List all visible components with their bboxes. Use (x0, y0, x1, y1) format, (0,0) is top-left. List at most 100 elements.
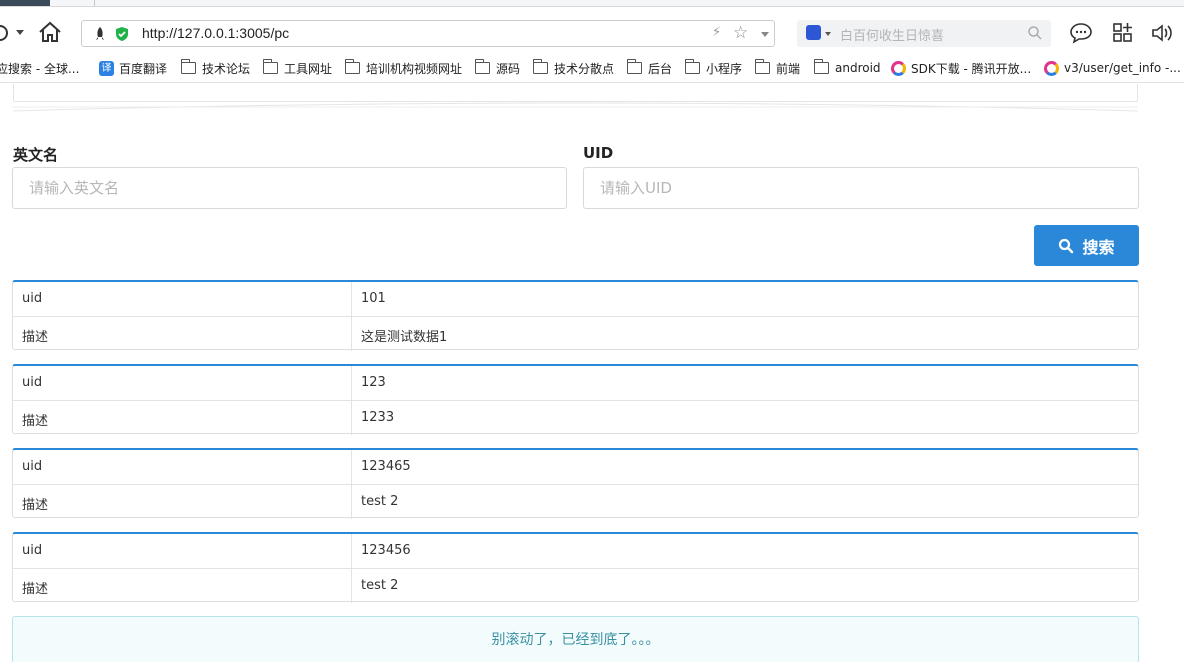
uid-value: 123465 (361, 459, 411, 474)
bookmark-folder[interactable]: 小程序 (684, 59, 743, 77)
result-row-uid: uid 101 (13, 282, 1138, 316)
search-engine-icon[interactable] (806, 25, 821, 40)
search-button[interactable]: 搜索 (1034, 225, 1139, 266)
chevron-down-icon[interactable] (825, 32, 831, 36)
uid-value: 123 (361, 375, 386, 390)
desc-value: 1233 (361, 410, 395, 425)
search-placeholder: 白百何收生日惊喜 (840, 29, 945, 44)
search-icon[interactable] (1027, 25, 1043, 41)
bookmark-label: android (835, 61, 881, 75)
result-card: uid 123456 描述 test 2 (12, 532, 1139, 603)
translate-icon: 译 (99, 60, 114, 76)
cell-divider (351, 485, 352, 519)
chevron-down-icon (16, 30, 24, 35)
cell-divider (351, 401, 352, 435)
bookmark-label: 前端 (776, 61, 801, 76)
browser-search-box[interactable]: 白百何收生日惊喜 (797, 20, 1051, 47)
bookmark-label: 小程序 (706, 61, 743, 76)
bookmark-label: 应搜索 - 全球... (0, 61, 80, 76)
bookmark-label: 技术论坛 (202, 61, 251, 76)
english-name-input[interactable] (12, 167, 567, 209)
folder-icon (180, 59, 196, 74)
cell-divider (351, 534, 352, 568)
address-bar[interactable]: http://127.0.0.1:3005/pc ⚡ ☆ (81, 20, 775, 47)
home-button[interactable] (37, 20, 63, 44)
result-row-uid: uid 123465 (13, 450, 1138, 484)
bookmark-item[interactable]: SDK下载 - 腾讯开放... (891, 59, 1031, 77)
cell-divider (351, 569, 352, 603)
folder-icon (684, 59, 700, 74)
desc-key: 描述 (22, 582, 49, 597)
back-icon (0, 25, 8, 41)
page-content: 英文名 UID 搜索 uid 101 描述 这是测试数据1 uid 123 描述 (0, 84, 1184, 662)
bookmark-label: v3/user/get_info -... (1064, 61, 1181, 75)
result-row-desc: 描述 这是测试数据1 (13, 316, 1138, 351)
bookmark-label: SDK下载 - 腾讯开放... (911, 61, 1032, 76)
bookmark-item[interactable]: 应搜索 - 全球... (0, 59, 79, 77)
result-row-desc: 描述 test 2 (13, 484, 1138, 519)
bookmark-folder[interactable]: 技术分散点 (532, 59, 615, 77)
bookmark-folder[interactable]: 源码 (474, 59, 521, 77)
bookmark-folder[interactable]: 技术论坛 (180, 59, 251, 77)
cell-divider (351, 282, 352, 316)
uid-key: uid (22, 459, 43, 474)
lightning-icon[interactable]: ⚡ (712, 25, 721, 40)
shield-icon[interactable] (114, 26, 130, 42)
chat-icon (1070, 23, 1092, 44)
bookmark-folder[interactable]: 工具网址 (262, 59, 333, 77)
uid-key: uid (22, 543, 43, 558)
result-row-desc: 描述 1233 (13, 400, 1138, 435)
search-icon (1059, 238, 1074, 253)
top-card (13, 84, 1138, 102)
desc-key: 描述 (22, 330, 49, 345)
search-button-label: 搜索 (1082, 237, 1115, 257)
bookmark-label: 百度翻译 (119, 61, 168, 76)
folder-icon (344, 59, 360, 74)
cell-divider (351, 317, 352, 351)
bookmark-label: 技术分散点 (554, 61, 615, 76)
bookmark-folder[interactable]: 后台 (626, 59, 672, 77)
home-icon (39, 21, 61, 42)
star-icon[interactable]: ☆ (733, 23, 748, 43)
result-card: uid 123 描述 1233 (12, 364, 1139, 435)
qq-open-icon (891, 60, 906, 76)
active-tab[interactable] (0, 0, 50, 6)
chat-button[interactable] (1069, 22, 1093, 44)
english-name-label: 英文名 (13, 146, 59, 164)
desc-key: 描述 (22, 498, 49, 513)
url-text[interactable]: http://127.0.0.1:3005/pc (142, 25, 289, 41)
bookmark-folder[interactable]: 培训机构视频网址 (344, 59, 463, 77)
folder-icon (474, 59, 490, 74)
bookmark-label: 培训机构视频网址 (366, 61, 463, 76)
end-of-list-notice: 别滚动了，已经到底了。。。 (12, 616, 1139, 662)
apps-icon (1113, 23, 1132, 42)
desc-value: test 2 (361, 494, 399, 509)
desc-value: 这是测试数据1 (361, 330, 448, 345)
back-button[interactable] (0, 21, 26, 43)
result-row-uid: uid 123 (13, 366, 1138, 400)
uid-key: uid (22, 375, 43, 390)
folder-icon (813, 59, 829, 74)
tab-strip (0, 0, 1184, 7)
bookmark-item[interactable]: 译百度翻译 (99, 59, 167, 77)
bookmark-label: 工具网址 (284, 61, 333, 76)
desc-value: test 2 (361, 578, 399, 593)
uid-value: 123456 (361, 543, 411, 558)
bookmark-folder[interactable]: 前端 (754, 59, 801, 77)
cell-divider (351, 366, 352, 400)
rocket-icon[interactable] (92, 26, 108, 42)
result-row-desc: 描述 test 2 (13, 568, 1138, 603)
uid-input[interactable] (583, 167, 1139, 209)
browser-toolbar: http://127.0.0.1:3005/pc ⚡ ☆ 白百何收生日惊喜 (0, 7, 1184, 54)
bookmark-item[interactable]: v3/user/get_info -... (1044, 59, 1181, 77)
apps-button[interactable] (1112, 22, 1136, 44)
sound-button[interactable] (1150, 22, 1174, 44)
uid-label: UID (583, 144, 614, 162)
bookmark-folder[interactable]: android (813, 59, 881, 77)
bookmark-label: 源码 (496, 61, 521, 76)
uid-key: uid (22, 291, 43, 306)
folder-icon (626, 59, 642, 74)
folder-icon (532, 59, 548, 74)
chevron-down-icon[interactable] (761, 32, 769, 37)
folder-icon (262, 59, 278, 74)
